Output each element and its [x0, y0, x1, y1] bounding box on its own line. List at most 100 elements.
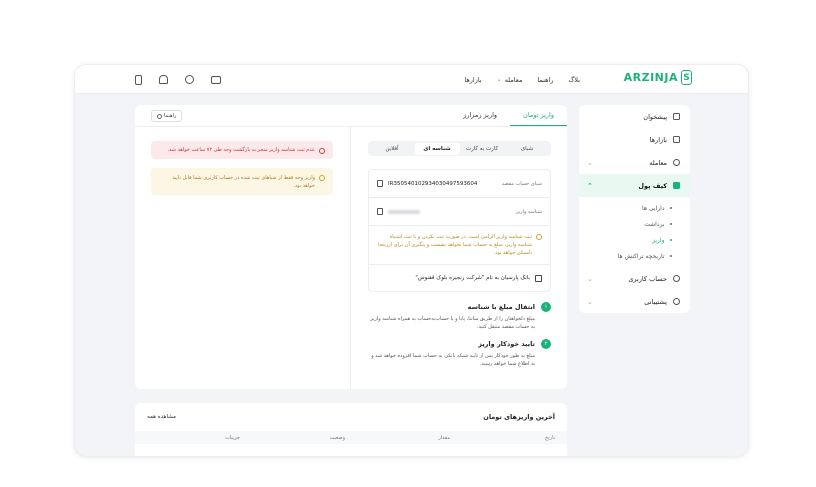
- deposit-id-warning: ثبت شناسه واریز الزامی است. در صورت ثبت …: [369, 226, 550, 265]
- error-alert-text: عدم ثبت شناسه واریز منجر به بازگشت وجه ط…: [167, 147, 315, 153]
- error-icon: [319, 147, 325, 154]
- step-title: تایید خودکار واریز: [478, 340, 535, 348]
- dashboard-icon: [673, 113, 680, 120]
- deposit-alerts: عدم ثبت شناسه واریز منجر به بازگشت وجه ط…: [151, 141, 333, 195]
- sidebar-item-support[interactable]: پشتیبانی ⌄: [579, 290, 690, 313]
- method-offline[interactable]: آفلاین: [370, 143, 415, 155]
- warning-alert: واریز وجه فقط از شباهای ثبت شده در حساب …: [151, 168, 333, 195]
- subitem-label: واریز: [652, 236, 665, 244]
- guide-label: راهنما: [164, 113, 177, 119]
- deposit-tabs: واریز تومان واریز رمزارز: [135, 105, 567, 127]
- nav-item-label: معامله: [504, 75, 523, 84]
- step-title: انتقال مبلغ با شناسه: [467, 303, 535, 311]
- warning-alert-text: واریز وجه فقط از شباهای ثبت شده در حساب …: [172, 175, 315, 189]
- wallet-submenu: دارایی ها برداشت واریز تاریخچه تراکنش ها: [579, 197, 690, 267]
- top-icons: [135, 65, 221, 94]
- error-alert: عدم ثبت شناسه واریز منجر به بازگشت وجه ط…: [151, 141, 333, 159]
- chevron-down-icon: ⌄: [496, 76, 502, 83]
- bell-icon[interactable]: [159, 75, 168, 84]
- sidebar-item-label: پیشخوان: [643, 112, 667, 121]
- user-icon[interactable]: [185, 75, 194, 84]
- deposit-steps: ۱ انتقال مبلغ با شناسه مبلغ دلخواهتان را…: [368, 302, 551, 368]
- sidebar-item-trade[interactable]: معامله ⌄: [579, 151, 690, 174]
- step-item: ۲ تایید خودکار واریز مبلغ به طور خودکار …: [368, 339, 551, 368]
- nav-item-label: راهنما: [537, 75, 554, 84]
- chevron-down-icon: ⌄: [587, 158, 593, 167]
- sidebar-item-label: پشتیبانی: [644, 297, 667, 306]
- info-icon: [157, 113, 162, 119]
- deposit-details: شبای کارت به کارت شناسه ای آفلاین شبای ح…: [368, 141, 551, 376]
- step-desc: مبلغ به طور خودکار پس از تایید شبکه بانک…: [371, 353, 535, 367]
- deposit-id-row: شناسه واریز: [369, 198, 550, 226]
- nav-item-blog[interactable]: بلاگ: [568, 76, 580, 84]
- mobile-icon[interactable]: [135, 74, 142, 85]
- sidebar-subitem-withdraw[interactable]: برداشت: [589, 216, 672, 232]
- bank-text: بانک پارسیان به نام "شرکت زنجیره بلوک قق…: [415, 275, 530, 281]
- copy-icon[interactable]: [377, 180, 383, 187]
- bullet-icon: [669, 238, 672, 242]
- support-icon: [673, 298, 680, 305]
- sidebar-item-wallet[interactable]: کیف پول ⌃: [579, 174, 690, 197]
- dest-sheba-label: شبای حساب مقصد: [501, 180, 542, 187]
- method-sheba[interactable]: شبای: [505, 143, 550, 155]
- sidebar: پیشخوان بازارها معامله ⌄ کیف پول ⌃ دارای…: [579, 105, 690, 313]
- main-nav: بازارها معامله ⌄ راهنما بلاگ: [464, 65, 580, 94]
- nav-item-label: بازارها: [464, 75, 482, 84]
- logo[interactable]: ARZINJA S: [624, 70, 692, 85]
- dest-sheba-row: شبای حساب مقصد IR35054010293403049759360…: [369, 170, 550, 198]
- warning-icon: [319, 175, 325, 181]
- chart-icon: [673, 136, 680, 143]
- sidebar-item-markets[interactable]: بازارها: [579, 128, 690, 151]
- tab-crypto-deposit[interactable]: واریز رمزارز: [450, 104, 510, 126]
- nav-item-markets[interactable]: بازارها: [464, 76, 481, 84]
- nav-item-label: بلاگ: [568, 75, 580, 84]
- recent-deposits: آخرین واریزهای تومان مشاهده همه تاریخ مق…: [135, 403, 567, 456]
- step-number: ۲: [541, 339, 551, 349]
- chevron-down-icon: ⌄: [587, 297, 593, 306]
- recent-deposits-title: آخرین واریزهای تومان: [483, 413, 555, 421]
- deposit-id-warning-text: ثبت شناسه واریز الزامی است. در صورت ثبت …: [378, 234, 532, 256]
- recent-deposits-header: آخرین واریزهای تومان مشاهده همه: [135, 403, 567, 431]
- dest-sheba-value-wrap: IR350540102934030497593604: [377, 180, 477, 187]
- step-item: ۱ انتقال مبلغ با شناسه مبلغ دلخواهتان را…: [368, 302, 551, 331]
- account-icon: [673, 275, 680, 282]
- column-divider: [350, 127, 351, 389]
- sidebar-subitem-deposit[interactable]: واریز: [589, 232, 672, 248]
- app-window: ARZINJA S بازارها معامله ⌄ راهنما بلاگ پی…: [74, 64, 749, 457]
- deposit-method-selector: شبای کارت به کارت شناسه ای آفلاین: [368, 141, 551, 156]
- nav-item-trade[interactable]: معامله ⌄: [497, 76, 523, 84]
- subitem-label: دارایی ها: [642, 204, 665, 212]
- sidebar-item-dashboard[interactable]: پیشخوان: [579, 105, 690, 128]
- method-deposit-id[interactable]: شناسه ای: [414, 142, 460, 155]
- bank-row: بانک پارسیان به نام "شرکت زنجیره بلوک قق…: [369, 265, 550, 291]
- trade-icon: [673, 159, 680, 166]
- sidebar-item-label: کیف پول: [638, 181, 667, 190]
- deposit-id-value-blurred: [388, 209, 420, 214]
- deposit-id-value-wrap: [377, 208, 420, 215]
- sidebar-subitem-assets[interactable]: دارایی ها: [589, 200, 672, 216]
- column-header-details: جزییات: [225, 434, 240, 441]
- logo-mark-icon: S: [681, 70, 692, 85]
- bank-icon: [535, 274, 542, 282]
- copy-icon[interactable]: [377, 208, 383, 215]
- guide-button[interactable]: راهنما: [151, 110, 183, 122]
- step-number: ۱: [541, 302, 551, 312]
- subitem-label: تاریخچه تراکنش ها: [617, 252, 665, 260]
- sidebar-item-label: حساب کاربری: [628, 274, 667, 283]
- sidebar-item-label: معامله: [649, 158, 667, 167]
- view-all-link[interactable]: مشاهده همه: [147, 414, 176, 420]
- column-header-amount: مقدار: [438, 434, 450, 441]
- logo-text: ARZINJA: [623, 71, 678, 84]
- chevron-up-icon: ⌃: [587, 181, 593, 190]
- sidebar-subitem-history[interactable]: تاریخچه تراکنش ها: [589, 248, 672, 264]
- bullet-icon: [669, 206, 672, 210]
- tab-toman-deposit[interactable]: واریز تومان: [510, 104, 567, 126]
- bullet-icon: [669, 222, 672, 226]
- wallet-icon[interactable]: [211, 75, 221, 84]
- dest-sheba-value: IR350540102934030497593604: [388, 180, 478, 187]
- deposit-info-box: شبای حساب مقصد IR35054010293403049759360…: [368, 169, 551, 292]
- deposit-panel: واریز تومان واریز رمزارز راهنما شبای کار…: [135, 105, 567, 389]
- nav-item-guide[interactable]: راهنما: [537, 76, 553, 84]
- method-card-to-card[interactable]: کارت به کارت: [460, 143, 505, 155]
- sidebar-item-account[interactable]: حساب کاربری ⌄: [579, 267, 690, 290]
